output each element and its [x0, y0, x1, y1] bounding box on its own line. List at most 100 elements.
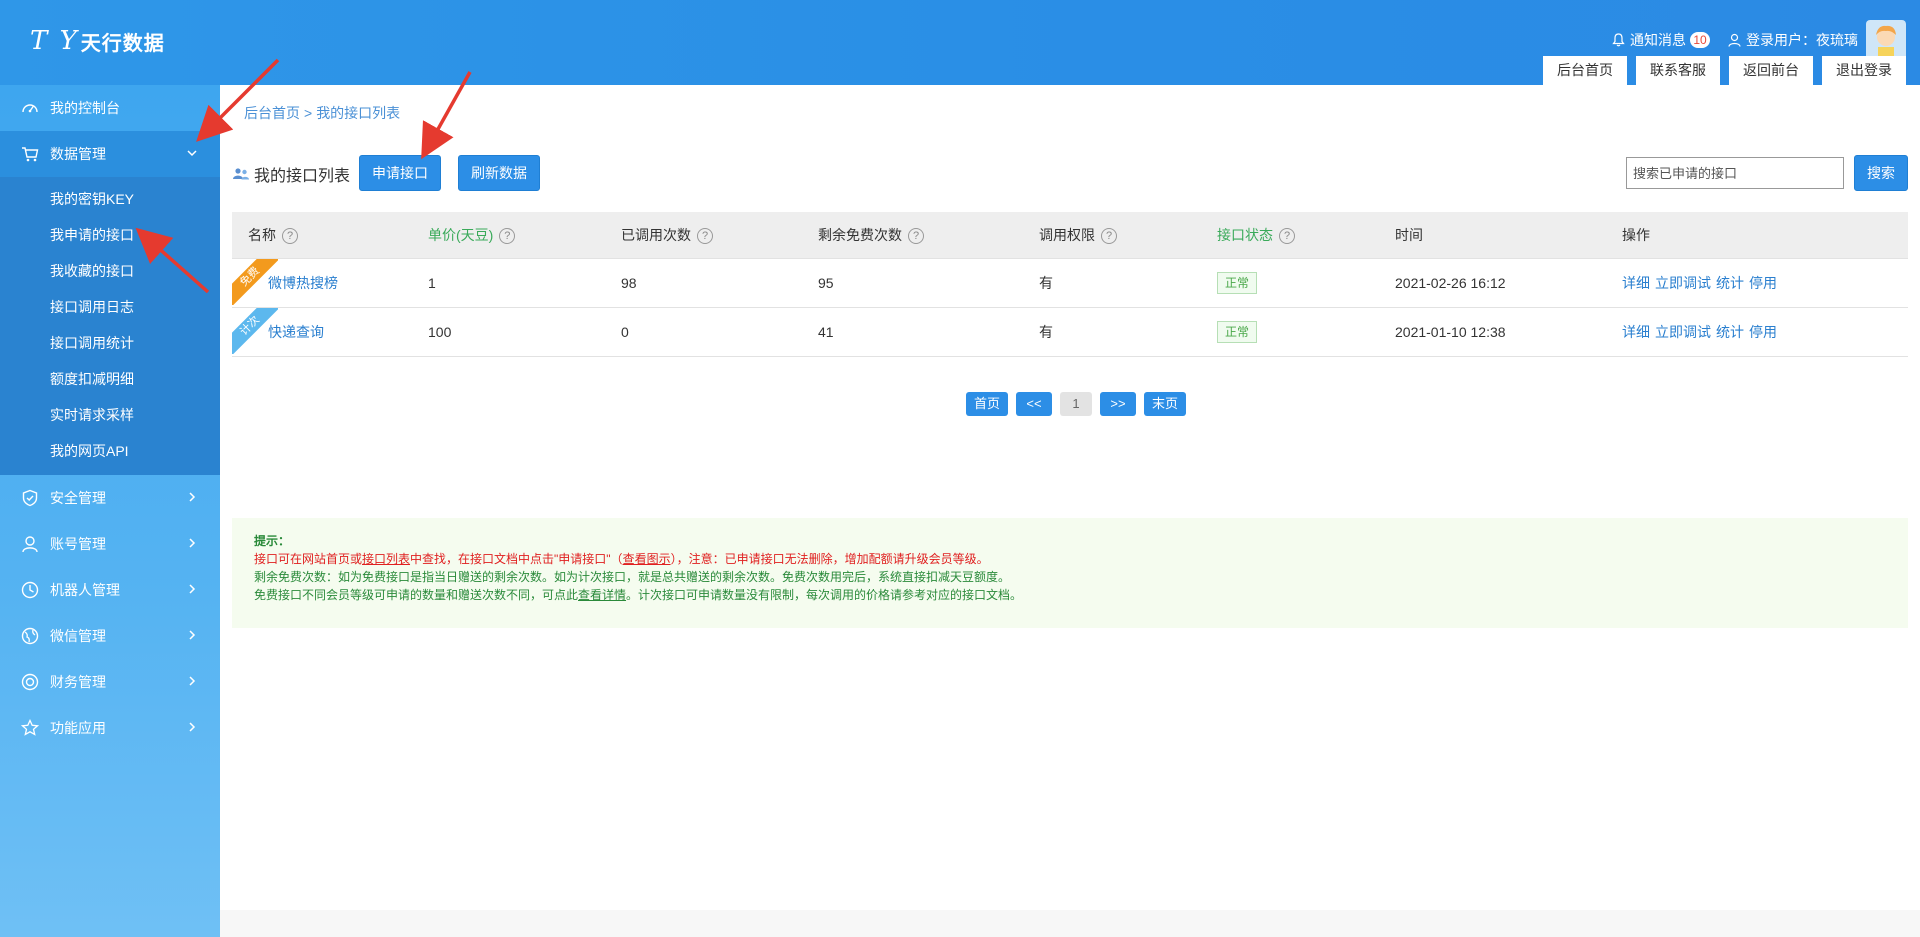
breadcrumb-separator: >: [304, 105, 313, 121]
tab-contact-support[interactable]: 联系客服: [1636, 56, 1720, 85]
robot-icon: [20, 580, 40, 600]
cell-price: 100: [412, 307, 605, 357]
shield-icon: [20, 488, 40, 508]
pagination-prev[interactable]: <<: [1016, 392, 1053, 416]
disable-link[interactable]: 停用: [1749, 324, 1777, 340]
free-tag-ribbon: 免费: [232, 258, 278, 305]
breadcrumb-current[interactable]: 我的接口列表: [316, 105, 400, 121]
submenu-item-favorite-apis[interactable]: 我收藏的接口: [0, 253, 220, 289]
cell-time: 2021-02-26 16:12: [1379, 258, 1606, 308]
logo-text: 天行数据: [80, 32, 165, 55]
sidebar-item-label: 功能应用: [50, 720, 106, 736]
view-illustration-link[interactable]: 查看图示: [623, 552, 671, 566]
sidebar: 我的控制台 数据管理 我的密钥KEY 我申请的接口 我收藏的接口 接口调用日志 …: [0, 85, 220, 937]
help-icon[interactable]: ?: [282, 228, 298, 245]
apply-api-button[interactable]: 申请接口: [359, 155, 441, 191]
chevron-right-icon: [186, 582, 198, 598]
sidebar-item-label: 安全管理: [50, 490, 106, 506]
cell-time: 2021-01-10 12:38: [1379, 307, 1606, 357]
submenu-item-quota-detail[interactable]: 额度扣减明细: [0, 361, 220, 397]
sidebar-item-label: 微信管理: [50, 628, 106, 644]
detail-link[interactable]: 详细: [1622, 324, 1650, 340]
chevron-right-icon: [186, 536, 198, 552]
sidebar-item-label: 财务管理: [50, 674, 106, 690]
sidebar-item-label: 机器人管理: [50, 582, 120, 598]
header-user-area: 通知消息 10 登录用户：夜琉璃: [1594, 20, 1906, 60]
notification-count-badge: 10: [1690, 32, 1710, 48]
avatar[interactable]: [1866, 20, 1906, 60]
tab-logout[interactable]: 退出登录: [1822, 56, 1906, 85]
users-icon: [232, 167, 250, 181]
column-header-remaining: 剩余免费次数?: [802, 212, 1023, 259]
sidebar-item-console[interactable]: 我的控制台: [0, 85, 220, 131]
chevron-right-icon: [186, 490, 198, 506]
pagination-next[interactable]: >>: [1100, 392, 1137, 416]
sidebar-item-label: 账号管理: [50, 536, 106, 552]
debug-link[interactable]: 立即调试: [1655, 324, 1711, 340]
sidebar-item-finance[interactable]: 财务管理: [0, 659, 220, 705]
refresh-data-button[interactable]: 刷新数据: [458, 155, 540, 191]
sidebar-item-data-management[interactable]: 数据管理: [0, 131, 220, 177]
cell-name: 计次 快递查询: [232, 307, 412, 357]
user-icon: [1728, 33, 1741, 47]
cart-icon: [20, 144, 40, 164]
help-icon[interactable]: ?: [697, 228, 713, 245]
user-info[interactable]: 登录用户：夜琉璃: [1728, 20, 1906, 60]
api-list-link[interactable]: 接口列表: [362, 552, 410, 566]
user-icon: [20, 534, 40, 554]
logo[interactable]: T Y 天行数据: [30, 26, 165, 56]
cell-remaining: 41: [802, 307, 1023, 357]
help-icon[interactable]: ?: [908, 228, 924, 245]
sidebar-item-label: 数据管理: [50, 146, 106, 162]
notification-link[interactable]: 通知消息 10: [1612, 30, 1710, 50]
bell-icon: [1612, 33, 1625, 47]
tips-line-3: 免费接口不同会员等级可申请的数量和赠送次数不同，可点此查看详情。计次接口可申请数…: [254, 588, 1023, 602]
page-title-text: 我的接口列表: [254, 168, 351, 185]
pagination: 首页 << 1 >> 末页: [966, 392, 1194, 416]
cell-status: 正常: [1201, 307, 1379, 357]
cell-price: 1: [412, 258, 605, 308]
disable-link[interactable]: 停用: [1749, 275, 1777, 291]
detail-link[interactable]: 详细: [1622, 275, 1650, 291]
cell-permission: 有: [1023, 258, 1201, 308]
toolbar: 我的接口列表 申请接口 刷新数据 搜索: [232, 155, 1908, 191]
header-tabs: 后台首页 联系客服 返回前台 退出登录: [1534, 56, 1906, 85]
submenu-item-my-applied-apis[interactable]: 我申请的接口: [0, 217, 220, 253]
finance-icon: [20, 672, 40, 692]
sidebar-item-features[interactable]: 功能应用: [0, 705, 220, 751]
debug-link[interactable]: 立即调试: [1655, 275, 1711, 291]
help-icon[interactable]: ?: [1279, 228, 1295, 245]
submenu-item-web-api[interactable]: 我的网页API: [0, 433, 220, 469]
search-button[interactable]: 搜索: [1854, 155, 1908, 191]
column-header-permission: 调用权限?: [1023, 212, 1201, 259]
stats-link[interactable]: 统计: [1716, 324, 1744, 340]
sidebar-item-wechat[interactable]: 微信管理: [0, 613, 220, 659]
sidebar-item-robot[interactable]: 机器人管理: [0, 567, 220, 613]
help-icon[interactable]: ?: [499, 228, 516, 245]
tab-admin-home[interactable]: 后台首页: [1543, 56, 1627, 85]
submenu-item-my-key[interactable]: 我的密钥KEY: [0, 181, 220, 217]
tab-back-to-front[interactable]: 返回前台: [1729, 56, 1813, 85]
table-row: 免费 微博热搜榜 1 98 95 有 正常 2021-02-26 16:12 详…: [232, 258, 1908, 308]
submenu-item-call-log[interactable]: 接口调用日志: [0, 289, 220, 325]
status-badge: 正常: [1217, 320, 1258, 343]
cell-called: 98: [605, 258, 802, 308]
chevron-down-icon: [186, 146, 198, 162]
view-details-link[interactable]: 查看详情: [578, 588, 626, 602]
chevron-right-icon: [186, 674, 198, 690]
search-input[interactable]: [1626, 157, 1844, 189]
pagination-last[interactable]: 末页: [1144, 392, 1187, 416]
breadcrumb-home-link[interactable]: 后台首页: [244, 105, 300, 121]
chevron-right-icon: [186, 628, 198, 644]
stats-link[interactable]: 统计: [1716, 275, 1744, 291]
help-icon[interactable]: ?: [1101, 228, 1117, 245]
pagination-first[interactable]: 首页: [966, 392, 1009, 416]
pagination-current-page[interactable]: 1: [1060, 392, 1093, 416]
sidebar-item-account[interactable]: 账号管理: [0, 521, 220, 567]
submenu-item-call-stats[interactable]: 接口调用统计: [0, 325, 220, 361]
breadcrumb: 后台首页 > 我的接口列表: [220, 85, 1920, 135]
api-name-link[interactable]: 微博热搜榜: [268, 275, 338, 291]
main-content: 后台首页>我的接口列表 我的接口列表 申请接口 刷新数据 搜索 名称? 单价(天…: [220, 85, 1920, 937]
sidebar-item-security[interactable]: 安全管理: [0, 475, 220, 521]
submenu-item-request-sampling[interactable]: 实时请求采样: [0, 397, 220, 433]
